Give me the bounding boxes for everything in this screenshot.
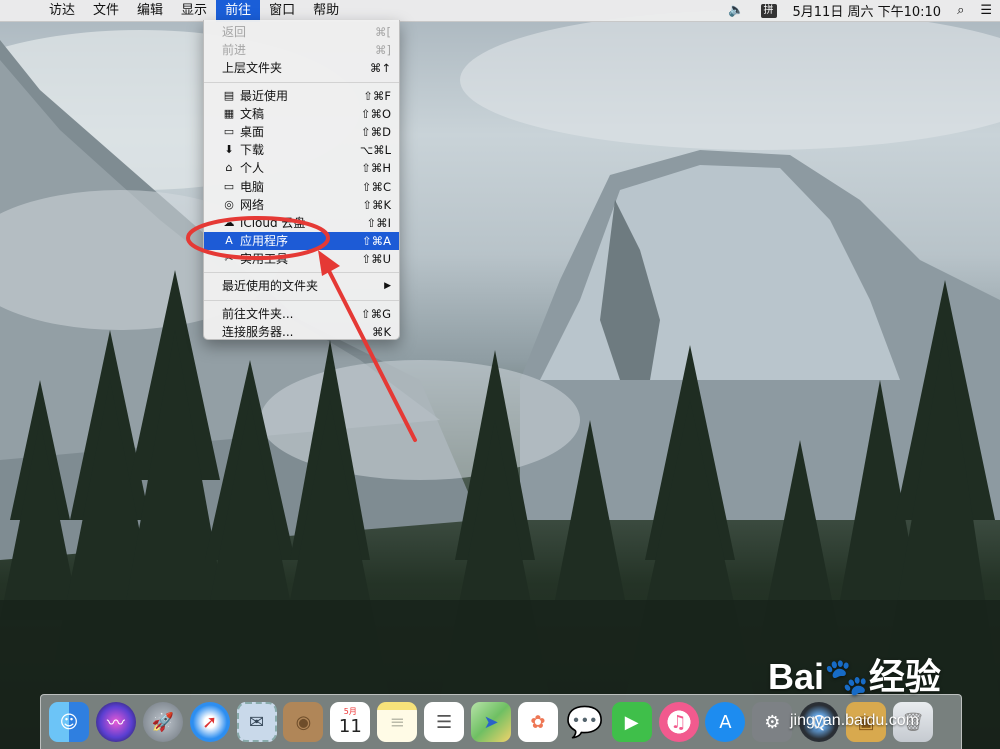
computer-icon: ▭ <box>223 179 235 193</box>
submenu-arrow-icon: ▶ <box>384 281 391 292</box>
photos-icon[interactable]: ✿ <box>517 702 558 742</box>
facetime-icon[interactable]: ▶ <box>611 702 652 742</box>
menu-item-connect-server[interactable]: 连接服务器... ⌘K <box>204 323 399 341</box>
network-icon: ◎ <box>224 197 234 211</box>
recents-icon: ▤ <box>223 88 235 102</box>
menu-item-go-to-folder[interactable]: 前往文件夹... ⇧⌘G <box>204 305 399 323</box>
menu-item-recent-folders[interactable]: 最近使用的文件夹 ▶ <box>204 277 399 295</box>
spotlight-search-icon[interactable]: ⌕ <box>957 3 964 18</box>
menu-item-back[interactable]: 返回 ⌘[ <box>204 23 399 41</box>
menu-item-icloud-drive[interactable]: ☁ iCloud 云盘 ⇧⌘I <box>204 214 399 232</box>
menu-item-utilities[interactable]: ✂ 实用工具 ⇧⌘U <box>204 250 399 268</box>
mail-stamp-icon[interactable]: ✉ <box>236 702 277 742</box>
documents-icon: ▦ <box>223 106 235 120</box>
menu-edit[interactable]: 编辑 <box>128 0 172 22</box>
home-icon: ⌂ <box>225 161 233 175</box>
menu-finder[interactable]: 访达 <box>40 0 84 22</box>
menu-window[interactable]: 窗口 <box>260 0 304 22</box>
status-area: 🔈 拼 5月11日 周六 下午10:10 ⌕ ☰ <box>720 0 1000 22</box>
menu-item-computer[interactable]: ▭ 电脑 ⇧⌘C <box>204 178 399 196</box>
calendar-icon[interactable]: 5月 11 <box>330 702 371 742</box>
app-store-icon[interactable]: A <box>705 702 746 742</box>
menu-item-home[interactable]: ⌂ 个人 ⇧⌘H <box>204 159 399 177</box>
go-menu: 返回 ⌘[ 前进 ⌘] 上层文件夹 ⌘↑ ▤ 最近使用 ⇧⌘F ▦ 文稿 ⇧⌘O… <box>203 20 400 340</box>
calendar-day: 11 <box>338 716 362 737</box>
menu-item-forward[interactable]: 前进 ⌘] <box>204 41 399 59</box>
menu-item-recents[interactable]: ▤ 最近使用 ⇧⌘F <box>204 87 399 105</box>
download-icon: ⬇ <box>224 143 234 157</box>
icloud-icon: ☁ <box>223 215 235 229</box>
desktop-icon: ▭ <box>223 124 235 138</box>
messages-icon[interactable]: 💬 <box>565 702 605 742</box>
itunes-icon[interactable]: ♫ <box>658 702 699 742</box>
reminders-icon[interactable]: ☰ <box>424 702 465 742</box>
menu-item-documents[interactable]: ▦ 文稿 ⇧⌘O <box>204 105 399 123</box>
volume-icon[interactable]: 🔈 <box>728 3 744 18</box>
menu-item-network[interactable]: ◎ 网络 ⇧⌘K <box>204 196 399 214</box>
clock[interactable]: 5月11日 周六 下午10:10 <box>793 1 942 20</box>
safari-icon[interactable]: ➚ <box>189 702 230 742</box>
baidu-watermark-url: jingyan.baidu.com <box>790 712 919 729</box>
siri-icon[interactable]: 〰 <box>95 702 136 742</box>
applications-icon: A <box>225 234 233 248</box>
contacts-icon[interactable]: ◉ <box>283 702 324 742</box>
menu-item-downloads[interactable]: ⬇ 下载 ⌥⌘L <box>204 141 399 159</box>
finder-icon[interactable]: ☺ <box>49 702 89 742</box>
notification-center-icon[interactable]: ☰ <box>980 3 992 18</box>
menu-separator <box>204 272 399 274</box>
input-method-icon[interactable]: 拼 <box>760 3 777 18</box>
system-preferences-icon[interactable]: ⚙ <box>752 702 793 742</box>
desktop-wallpaper <box>0 0 1000 749</box>
menu-go[interactable]: 前往 <box>216 0 261 22</box>
utilities-icon: ✂ <box>224 252 234 266</box>
menu-separator <box>204 299 399 301</box>
baidu-watermark: Bai🐾经验 <box>768 656 941 697</box>
menu-file[interactable]: 文件 <box>84 0 128 22</box>
menu-item-enclosing-folder[interactable]: 上层文件夹 ⌘↑ <box>204 59 399 77</box>
menu-help[interactable]: 帮助 <box>304 0 348 22</box>
notes-icon[interactable]: ≡ <box>377 702 418 742</box>
launchpad-icon[interactable]: 🚀 <box>142 702 183 742</box>
menu-item-applications[interactable]: A 应用程序 ⇧⌘A <box>204 232 399 251</box>
menu-bar: 访达 文件 编辑 显示 前往 窗口 帮助 🔈 拼 5月11日 周六 下午10:1… <box>0 0 1000 22</box>
wallpaper-art <box>0 10 1000 749</box>
menu-separator <box>204 81 399 83</box>
menu-item-desktop[interactable]: ▭ 桌面 ⇧⌘D <box>204 123 399 141</box>
maps-icon[interactable]: ➤ <box>471 702 512 742</box>
menu-view[interactable]: 显示 <box>172 0 216 22</box>
